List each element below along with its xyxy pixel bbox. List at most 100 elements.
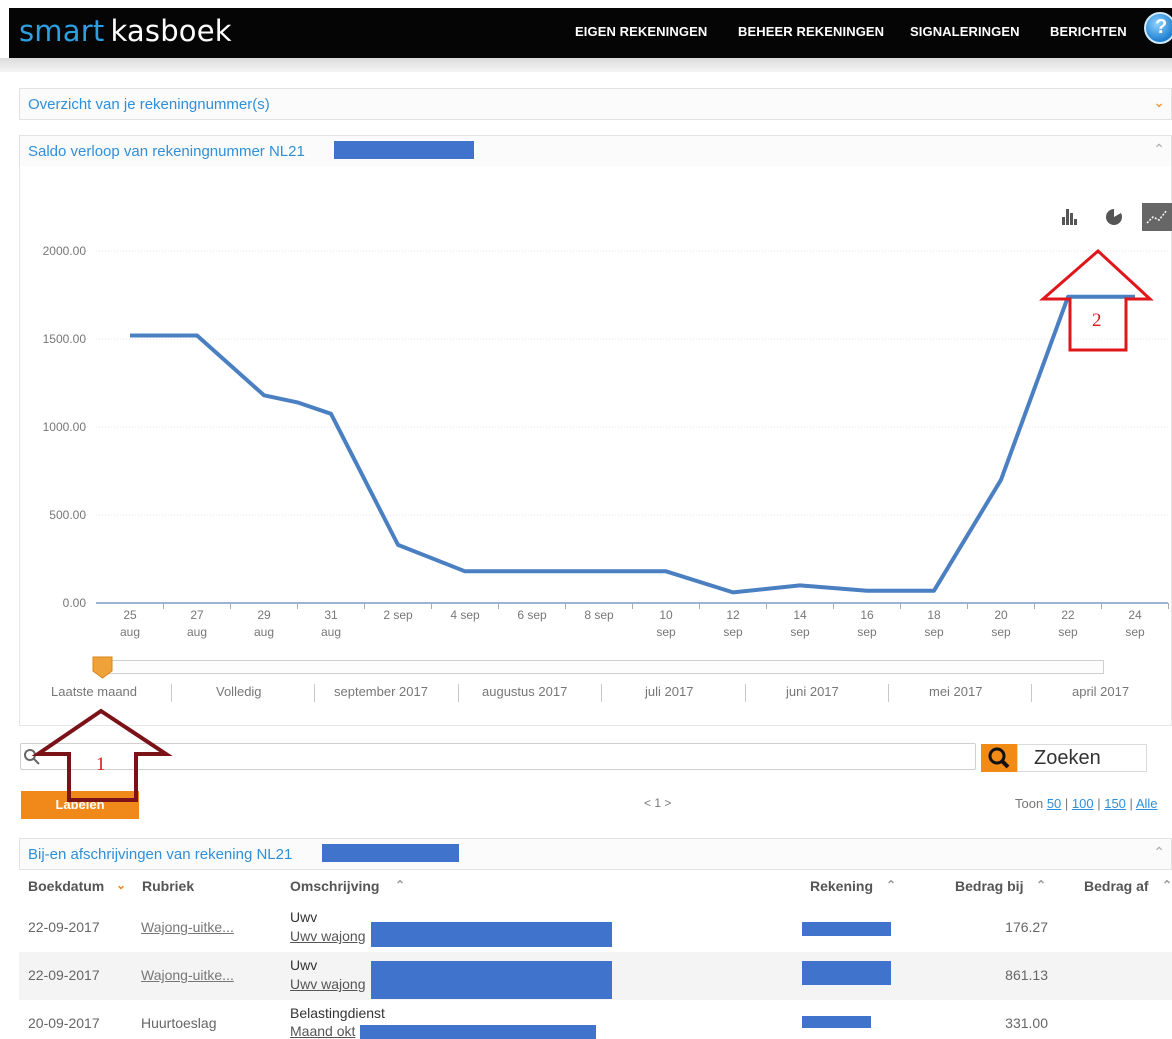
- period-divider: [458, 684, 459, 702]
- x-tick-label: 2 sep: [383, 608, 413, 622]
- page-size-50[interactable]: 50: [1047, 796, 1061, 811]
- row-title: Uwv: [290, 909, 318, 925]
- sort-icon[interactable]: ⌃: [886, 878, 896, 892]
- x-tick-label: sep: [1058, 625, 1078, 639]
- column-header-bedrag-bij[interactable]: Bedrag bij: [955, 878, 1023, 894]
- transactions-panel-header[interactable]: Bij-en afschrijvingen van rekening NL21 …: [19, 838, 1172, 870]
- period-laatste-maand[interactable]: Laatste maand: [51, 684, 137, 699]
- row-date: 22-09-2017: [28, 967, 100, 983]
- transactions-panel-title: Bij-en afschrijvingen van rekening NL21: [28, 846, 293, 863]
- x-tick-label: 25: [123, 608, 137, 622]
- column-header-rekening[interactable]: Rekening: [810, 878, 873, 894]
- row-amount-bij: 861.13: [1005, 967, 1048, 983]
- label-button[interactable]: Labelen: [21, 791, 139, 819]
- page-size-selector: Toon 50 | 100 | 150 | Alle: [1015, 796, 1158, 811]
- column-header-bedrag-af[interactable]: Bedrag af: [1084, 878, 1149, 894]
- x-tick-label: aug: [120, 625, 140, 639]
- x-tick-label: sep: [857, 625, 877, 639]
- y-tick-label: 500.00: [49, 508, 86, 522]
- row-rubriek[interactable]: Wajong-uitke...: [141, 919, 234, 935]
- sort-icon[interactable]: ⌃: [395, 878, 405, 892]
- column-header-omschrijving[interactable]: Omschrijving: [290, 878, 379, 894]
- x-tick-label: sep: [723, 625, 743, 639]
- row-amount-bij: 331.00: [1005, 1015, 1048, 1031]
- magnifier-icon: [988, 747, 1010, 769]
- row-subtitle[interactable]: Uwv wajong: [290, 928, 365, 944]
- period-volledig[interactable]: Volledig: [216, 684, 262, 699]
- column-header-boekdatum[interactable]: Boekdatum: [28, 878, 104, 894]
- x-tick-label: sep: [1125, 625, 1145, 639]
- sort-icon[interactable]: ⌃: [1162, 878, 1172, 892]
- x-tick-label: sep: [790, 625, 810, 639]
- period-divider: [314, 684, 315, 702]
- x-tick-label: 20: [994, 608, 1008, 622]
- chevron-up-icon[interactable]: ⌃: [1153, 844, 1165, 861]
- row-date: 20-09-2017: [28, 1015, 100, 1031]
- redacted-account: [802, 961, 891, 985]
- period-juni-2017[interactable]: juni 2017: [786, 684, 839, 699]
- x-tick-label: 31: [324, 608, 338, 622]
- x-tick-label: 24: [1128, 608, 1142, 622]
- search-submit-icon-button[interactable]: [981, 744, 1017, 772]
- x-tick-label: aug: [187, 625, 207, 639]
- row-title: Uwv: [290, 957, 318, 973]
- x-tick-label: aug: [321, 625, 341, 639]
- y-tick-label: 1000.00: [43, 420, 87, 434]
- column-header-rubriek[interactable]: Rubriek: [142, 878, 194, 894]
- page-size-150[interactable]: 150: [1104, 796, 1126, 811]
- period-juli-2017[interactable]: juli 2017: [645, 684, 693, 699]
- x-tick-label: 18: [927, 608, 941, 622]
- redacted-account-number: [322, 844, 459, 862]
- sort-icon[interactable]: ⌃: [1036, 878, 1046, 892]
- period-divider: [745, 684, 746, 702]
- redacted-description: [371, 922, 612, 947]
- period-divider: [171, 684, 172, 702]
- row-rubriek[interactable]: Huurtoeslag: [141, 1015, 217, 1031]
- period-april-2017[interactable]: april 2017: [1072, 684, 1129, 699]
- search-icon: [24, 749, 40, 765]
- row-rubriek[interactable]: Wajong-uitke...: [141, 967, 234, 983]
- search-input[interactable]: [20, 743, 976, 770]
- x-tick-label: 16: [860, 608, 874, 622]
- x-tick-label: 29: [257, 608, 271, 622]
- pagination[interactable]: < 1 >: [644, 796, 671, 810]
- period-divider: [1031, 684, 1032, 702]
- balance-line-chart: 0.00 500.00 1000.00 1500.00 2000.00 25 aug 27 a…: [43, 244, 1169, 639]
- period-september-2017[interactable]: september 2017: [334, 684, 428, 699]
- row-subtitle[interactable]: Uwv wajong: [290, 976, 365, 992]
- redacted-description: [360, 1025, 596, 1039]
- x-tick-label: sep: [924, 625, 944, 639]
- x-tick-label: 14: [793, 608, 807, 622]
- redacted-account: [802, 1016, 871, 1028]
- sort-desc-icon[interactable]: ⌄: [116, 878, 126, 892]
- period-divider: [888, 684, 889, 702]
- balance-series-line: [130, 294, 1135, 595]
- row-subtitle[interactable]: Maand okt: [290, 1023, 355, 1039]
- x-tick-label: 27: [190, 608, 204, 622]
- redacted-description: [371, 961, 612, 999]
- y-tick-label: 0.00: [63, 596, 87, 610]
- x-tick-label: 8 sep: [584, 608, 614, 622]
- y-tick-label: 2000.00: [43, 244, 87, 258]
- x-tick-label: aug: [254, 625, 274, 639]
- redacted-account: [802, 922, 891, 936]
- row-amount-bij: 176.27: [1005, 919, 1048, 935]
- x-tick-label: 22: [1061, 608, 1075, 622]
- period-mei-2017[interactable]: mei 2017: [929, 684, 982, 699]
- row-title: Belastingdienst: [290, 1005, 385, 1021]
- x-tick-label: 4 sep: [450, 608, 480, 622]
- period-divider: [601, 684, 602, 702]
- period-augustus-2017[interactable]: augustus 2017: [482, 684, 567, 699]
- x-tick-label: sep: [656, 625, 676, 639]
- page-size-all[interactable]: Alle: [1136, 796, 1158, 811]
- period-slider-track[interactable]: [101, 660, 1104, 674]
- x-tick-label: 12: [726, 608, 740, 622]
- search-button[interactable]: Zoeken: [1017, 744, 1147, 772]
- page-size-label: Toon: [1015, 796, 1044, 811]
- y-tick-label: 1500.00: [43, 332, 87, 346]
- period-slider-handle[interactable]: [91, 656, 115, 680]
- x-tick-label: 10: [659, 608, 673, 622]
- x-tick-label: 6 sep: [517, 608, 547, 622]
- row-date: 22-09-2017: [28, 919, 100, 935]
- page-size-100[interactable]: 100: [1072, 796, 1094, 811]
